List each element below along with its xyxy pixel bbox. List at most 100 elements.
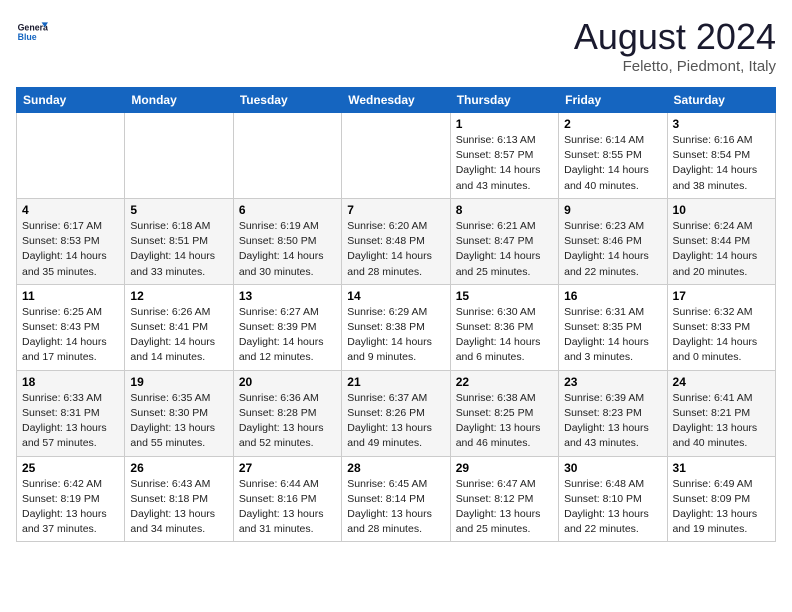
page-header: General Blue August 2024 Feletto, Piedmo… xyxy=(16,16,776,75)
day-info: Sunrise: 6:25 AM Sunset: 8:43 PM Dayligh… xyxy=(22,305,119,366)
day-number: 21 xyxy=(347,375,444,389)
calendar-week-row: 1Sunrise: 6:13 AM Sunset: 8:57 PM Daylig… xyxy=(17,113,776,199)
calendar-cell: 13 Sunrise: 6:27 AM Sunset: 8:39 PM Dayli… xyxy=(233,284,341,370)
calendar-cell: 31 Sunrise: 6:49 AM Sunset: 8:09 PM Dayli… xyxy=(667,456,775,542)
calendar-cell xyxy=(342,113,450,199)
calendar-cell: 21 Sunrise: 6:37 AM Sunset: 8:26 PM Dayli… xyxy=(342,370,450,456)
day-number: 13 xyxy=(239,289,336,303)
calendar-cell: 14Sunrise: 6:29 AM Sunset: 8:38 PM Dayli… xyxy=(342,284,450,370)
day-number: 24 xyxy=(673,375,770,389)
calendar-cell: 17Sunrise: 6:32 AM Sunset: 8:33 PM Dayli… xyxy=(667,284,775,370)
day-info: Sunrise: 6:16 AM Sunset: 8:54 PM Dayligh… xyxy=(673,133,770,194)
day-number: 11 xyxy=(22,289,119,303)
day-number: 18 xyxy=(22,375,119,389)
day-number: 9 xyxy=(564,203,661,217)
day-info: Sunrise: 6:17 AM Sunset: 8:53 PM Dayligh… xyxy=(22,219,119,280)
calendar-cell: 12 Sunrise: 6:26 AM Sunset: 8:41 PM Dayli… xyxy=(125,284,233,370)
day-number: 15 xyxy=(456,289,553,303)
calendar-cell: 22Sunrise: 6:38 AM Sunset: 8:25 PM Dayli… xyxy=(450,370,558,456)
day-info: Sunrise: 6:18 AM Sunset: 8:51 PM Dayligh… xyxy=(130,219,227,280)
calendar-cell: 18 Sunrise: 6:33 AM Sunset: 8:31 PM Dayli… xyxy=(17,370,125,456)
calendar-cell: 11 Sunrise: 6:25 AM Sunset: 8:43 PM Dayli… xyxy=(17,284,125,370)
day-number: 20 xyxy=(239,375,336,389)
calendar-cell: 26 Sunrise: 6:43 AM Sunset: 8:18 PM Dayli… xyxy=(125,456,233,542)
weekday-header: Wednesday xyxy=(342,88,450,113)
day-number: 16 xyxy=(564,289,661,303)
day-number: 8 xyxy=(456,203,553,217)
calendar-cell: 10 Sunrise: 6:24 AM Sunset: 8:44 PM Dayli… xyxy=(667,198,775,284)
day-info: Sunrise: 6:47 AM Sunset: 8:12 PM Dayligh… xyxy=(456,477,553,538)
day-info: Sunrise: 6:24 AM Sunset: 8:44 PM Dayligh… xyxy=(673,219,770,280)
day-info: Sunrise: 6:45 AM Sunset: 8:14 PM Dayligh… xyxy=(347,477,444,538)
weekday-header: Thursday xyxy=(450,88,558,113)
calendar-cell: 20Sunrise: 6:36 AM Sunset: 8:28 PM Dayli… xyxy=(233,370,341,456)
day-info: Sunrise: 6:23 AM Sunset: 8:46 PM Dayligh… xyxy=(564,219,661,280)
day-info: Sunrise: 6:27 AM Sunset: 8:39 PM Dayligh… xyxy=(239,305,336,366)
day-info: Sunrise: 6:26 AM Sunset: 8:41 PM Dayligh… xyxy=(130,305,227,366)
day-number: 23 xyxy=(564,375,661,389)
day-number: 5 xyxy=(130,203,227,217)
day-info: Sunrise: 6:49 AM Sunset: 8:09 PM Dayligh… xyxy=(673,477,770,538)
calendar-cell: 28Sunrise: 6:45 AM Sunset: 8:14 PM Dayli… xyxy=(342,456,450,542)
day-info: Sunrise: 6:14 AM Sunset: 8:55 PM Dayligh… xyxy=(564,133,661,194)
day-info: Sunrise: 6:13 AM Sunset: 8:57 PM Dayligh… xyxy=(456,133,553,194)
calendar-cell: 15 Sunrise: 6:30 AM Sunset: 8:36 PM Dayli… xyxy=(450,284,558,370)
day-number: 25 xyxy=(22,461,119,475)
day-number: 26 xyxy=(130,461,227,475)
day-info: Sunrise: 6:41 AM Sunset: 8:21 PM Dayligh… xyxy=(673,391,770,452)
weekday-header: Sunday xyxy=(17,88,125,113)
day-number: 6 xyxy=(239,203,336,217)
day-info: Sunrise: 6:31 AM Sunset: 8:35 PM Dayligh… xyxy=(564,305,661,366)
calendar-cell: 29 Sunrise: 6:47 AM Sunset: 8:12 PM Dayli… xyxy=(450,456,558,542)
day-number: 2 xyxy=(564,117,661,131)
day-number: 4 xyxy=(22,203,119,217)
day-number: 17 xyxy=(673,289,770,303)
calendar-cell: 30Sunrise: 6:48 AM Sunset: 8:10 PM Dayli… xyxy=(559,456,667,542)
day-info: Sunrise: 6:42 AM Sunset: 8:19 PM Dayligh… xyxy=(22,477,119,538)
calendar-cell: 25 Sunrise: 6:42 AM Sunset: 8:19 PM Dayli… xyxy=(17,456,125,542)
svg-text:Blue: Blue xyxy=(18,32,37,42)
weekday-header: Saturday xyxy=(667,88,775,113)
day-info: Sunrise: 6:29 AM Sunset: 8:38 PM Dayligh… xyxy=(347,305,444,366)
calendar-cell xyxy=(233,113,341,199)
location: Feletto, Piedmont, Italy xyxy=(574,58,776,75)
weekday-header: Monday xyxy=(125,88,233,113)
calendar-cell: 3 Sunrise: 6:16 AM Sunset: 8:54 PM Daylig… xyxy=(667,113,775,199)
day-number: 10 xyxy=(673,203,770,217)
calendar-cell: 23 Sunrise: 6:39 AM Sunset: 8:23 PM Dayli… xyxy=(559,370,667,456)
logo-icon: General Blue xyxy=(16,16,48,48)
day-info: Sunrise: 6:44 AM Sunset: 8:16 PM Dayligh… xyxy=(239,477,336,538)
day-number: 27 xyxy=(239,461,336,475)
month-title: August 2024 xyxy=(574,16,776,58)
day-info: Sunrise: 6:39 AM Sunset: 8:23 PM Dayligh… xyxy=(564,391,661,452)
day-info: Sunrise: 6:33 AM Sunset: 8:31 PM Dayligh… xyxy=(22,391,119,452)
calendar-week-row: 4 Sunrise: 6:17 AM Sunset: 8:53 PM Daylig… xyxy=(17,198,776,284)
weekday-header: Friday xyxy=(559,88,667,113)
day-number: 30 xyxy=(564,461,661,475)
title-block: August 2024 Feletto, Piedmont, Italy xyxy=(574,16,776,75)
calendar-cell: 19Sunrise: 6:35 AM Sunset: 8:30 PM Dayli… xyxy=(125,370,233,456)
day-number: 22 xyxy=(456,375,553,389)
day-info: Sunrise: 6:37 AM Sunset: 8:26 PM Dayligh… xyxy=(347,391,444,452)
calendar-week-row: 18 Sunrise: 6:33 AM Sunset: 8:31 PM Dayli… xyxy=(17,370,776,456)
day-number: 3 xyxy=(673,117,770,131)
calendar-week-row: 25 Sunrise: 6:42 AM Sunset: 8:19 PM Dayli… xyxy=(17,456,776,542)
day-number: 7 xyxy=(347,203,444,217)
calendar-cell: 24 Sunrise: 6:41 AM Sunset: 8:21 PM Dayli… xyxy=(667,370,775,456)
calendar-table: SundayMondayTuesdayWednesdayThursdayFrid… xyxy=(16,87,776,542)
calendar-cell xyxy=(17,113,125,199)
day-info: Sunrise: 6:43 AM Sunset: 8:18 PM Dayligh… xyxy=(130,477,227,538)
calendar-cell: 7 Sunrise: 6:20 AM Sunset: 8:48 PM Daylig… xyxy=(342,198,450,284)
weekday-header-row: SundayMondayTuesdayWednesdayThursdayFrid… xyxy=(17,88,776,113)
logo: General Blue xyxy=(16,16,48,48)
day-info: Sunrise: 6:20 AM Sunset: 8:48 PM Dayligh… xyxy=(347,219,444,280)
day-number: 29 xyxy=(456,461,553,475)
calendar-cell: 9 Sunrise: 6:23 AM Sunset: 8:46 PM Daylig… xyxy=(559,198,667,284)
calendar-cell: 16 Sunrise: 6:31 AM Sunset: 8:35 PM Dayli… xyxy=(559,284,667,370)
day-number: 19 xyxy=(130,375,227,389)
calendar-cell: 2 Sunrise: 6:14 AM Sunset: 8:55 PM Daylig… xyxy=(559,113,667,199)
day-number: 31 xyxy=(673,461,770,475)
day-number: 12 xyxy=(130,289,227,303)
calendar-cell: 1Sunrise: 6:13 AM Sunset: 8:57 PM Daylig… xyxy=(450,113,558,199)
day-info: Sunrise: 6:30 AM Sunset: 8:36 PM Dayligh… xyxy=(456,305,553,366)
